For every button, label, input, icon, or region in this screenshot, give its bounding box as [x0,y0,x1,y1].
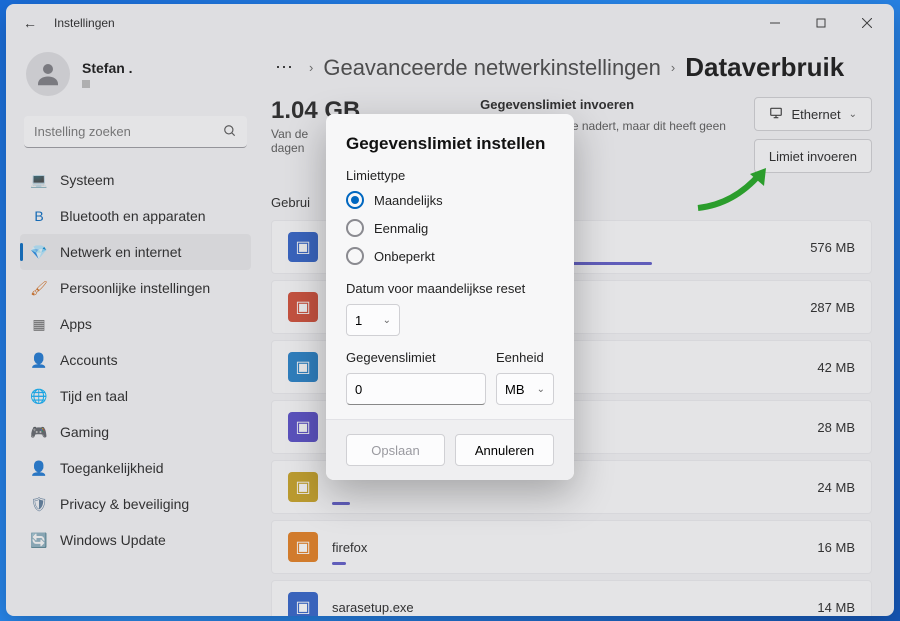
modal-overlay: Gegevenslimiet instellen Limiettype Maan… [6,4,894,616]
radio-onbeperkt[interactable]: Onbeperkt [346,247,554,265]
unit-label: Eenheid [496,350,554,365]
reset-date-label: Datum voor maandelijkse reset [346,281,554,296]
radio-label: Onbeperkt [374,249,435,264]
radio-ring-icon [346,219,364,237]
chevron-down-icon: ⌄ [383,315,391,326]
data-limit-label: Gegevenslimiet [346,350,486,365]
dialog-title: Gegevenslimiet instellen [346,134,554,154]
settings-window: ← Instellingen Stefan . [6,4,894,616]
radio-eenmalig[interactable]: Eenmalig [346,219,554,237]
chevron-down-icon: ⌄ [537,384,545,395]
cancel-button[interactable]: Annuleren [455,434,554,466]
radio-label: Eenmalig [374,221,428,236]
radio-ring-icon [346,191,364,209]
radio-ring-icon [346,247,364,265]
save-button[interactable]: Opslaan [346,434,445,466]
reset-date-select[interactable]: 1 ⌄ [346,304,400,336]
data-limit-input[interactable] [346,373,486,405]
unit-select[interactable]: MB ⌄ [496,373,554,405]
radio-maandelijks[interactable]: Maandelijks [346,191,554,209]
limit-type-label: Limiettype [346,168,554,183]
limit-type-radios: Maandelijks Eenmalig Onbeperkt [346,191,554,265]
radio-label: Maandelijks [374,193,443,208]
data-limit-dialog: Gegevenslimiet instellen Limiettype Maan… [326,114,574,480]
